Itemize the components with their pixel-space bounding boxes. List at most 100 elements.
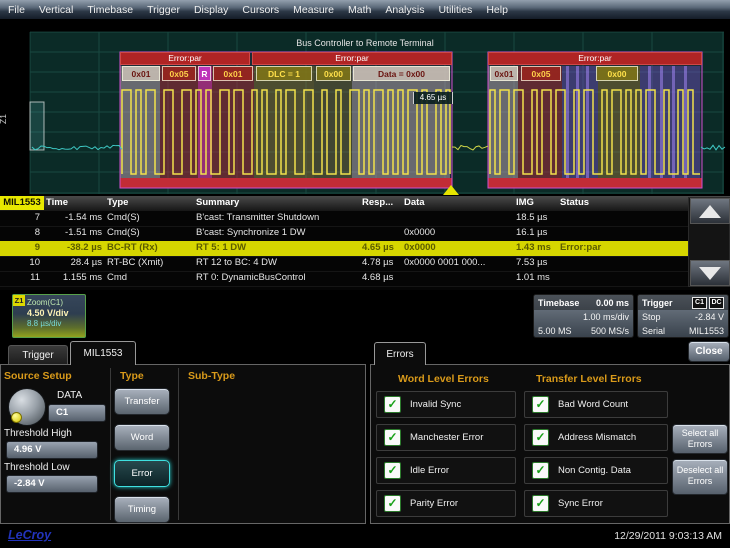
table-row-selected[interactable]: 9 -38.2 µs BC-RT (Rx) RT 5: 1 DW 4.65 µs… [0, 241, 688, 257]
zoom-vdiv: 4.50 V/div [27, 308, 85, 319]
tab-errors[interactable]: Errors [374, 342, 426, 365]
menu-measure[interactable]: Measure [293, 4, 334, 16]
timebase-scale: 1.00 ms/div [583, 312, 629, 322]
select-all-errors-button[interactable]: Select all Errors [672, 424, 728, 454]
checkbox-label: Non Contig. Data [558, 465, 631, 476]
type-timing-button[interactable]: Timing [114, 496, 170, 523]
decode-error-banner: Error:par [488, 52, 702, 65]
menu-vertical[interactable]: Vertical [39, 4, 73, 16]
trigger-protocol: MIL1553 [689, 326, 724, 336]
menu-math[interactable]: Math [348, 4, 371, 16]
scroll-up-button[interactable] [690, 198, 730, 224]
zoom-trace-descriptor[interactable]: Z1 Zoom(C1) 4.50 V/div 8.8 µs/div [12, 294, 86, 338]
checkbox-label: Idle Error [410, 465, 449, 476]
trigger-level: -2.84 V [695, 312, 724, 322]
knob-indicator-icon [11, 412, 22, 423]
col-header-status[interactable]: Status [560, 197, 589, 208]
menu-file[interactable]: File [8, 4, 25, 16]
cell-summary: RT 12 to BC: 4 DW [196, 257, 277, 268]
checkbox-checked-icon: ✓ [532, 396, 549, 413]
menu-utilities[interactable]: Utilities [438, 4, 472, 16]
source-channel-select[interactable]: C1 [48, 404, 106, 422]
trigger-label: Trigger [642, 298, 673, 308]
checkbox-label: Address Mismatch [558, 432, 636, 443]
decode-field: 0x01 [122, 66, 160, 81]
type-transfer-button[interactable]: Transfer [114, 388, 170, 415]
cell-type: Cmd [107, 272, 127, 283]
tab-mil1553[interactable]: MIL1553 [70, 341, 136, 365]
checkbox-address-mismatch[interactable]: ✓ Address Mismatch [524, 424, 668, 451]
menu-analysis[interactable]: Analysis [385, 4, 424, 16]
timebase-panel[interactable]: Timebase 0.00 ms 1.00 ms/div 5.00 MS 500… [533, 294, 634, 338]
source-setup-title: Source Setup [4, 370, 72, 382]
cell-type: Cmd(S) [107, 212, 140, 223]
menu-trigger[interactable]: Trigger [147, 4, 180, 16]
checkbox-bad-word-count[interactable]: ✓ Bad Word Count [524, 391, 668, 418]
decode-field: 0x01 [490, 66, 518, 81]
cell-resp: 4.65 µs [362, 242, 394, 253]
cell-data: 0x0000 [404, 227, 435, 238]
table-scrollbar[interactable] [688, 197, 730, 287]
checkbox-manchester-error[interactable]: ✓ Manchester Error [376, 424, 516, 451]
close-button[interactable]: Close [688, 341, 730, 362]
cell-time: -1.54 ms [46, 212, 102, 223]
table-row[interactable]: 10 28.4 µs RT-BC (Xmit) RT 12 to BC: 4 D… [0, 256, 688, 272]
threshold-high-field[interactable]: 4.96 V [6, 441, 98, 459]
checkbox-checked-icon: ✓ [532, 462, 549, 479]
timebase-samples: 5.00 MS [538, 326, 572, 336]
col-header-img[interactable]: IMG [516, 197, 534, 208]
cell-index: 8 [0, 227, 40, 238]
source-knob[interactable] [8, 388, 46, 426]
timebase-rate: 500 MS/s [591, 326, 629, 336]
col-header-summary[interactable]: Summary [196, 197, 239, 208]
checkbox-checked-icon: ✓ [384, 462, 401, 479]
decode-field: 0x05 [521, 66, 561, 81]
deselect-all-errors-button[interactable]: Deselect all Errors [672, 459, 728, 495]
transfer-errors-title: Transfer Level Errors [536, 373, 642, 385]
lecroy-logo: LeCroy [8, 528, 51, 542]
table-row[interactable]: 7 -1.54 ms Cmd(S) B'cast: Transmitter Sh… [0, 211, 688, 227]
scroll-down-button[interactable] [690, 260, 730, 286]
checkbox-parity-error[interactable]: ✓ Parity Error [376, 490, 516, 517]
menu-display[interactable]: Display [194, 4, 228, 16]
type-title: Type [120, 370, 144, 382]
checkbox-sync-error[interactable]: ✓ Sync Error [524, 490, 668, 517]
decode-title: Bus Controller to Remote Terminal [0, 38, 730, 48]
threshold-low-field[interactable]: -2.84 V [6, 475, 98, 493]
menu-timebase[interactable]: Timebase [87, 4, 133, 16]
waveform-area[interactable]: Bus Controller to Remote Terminal Error:… [0, 26, 730, 196]
trigger-panel[interactable]: Trigger C1DC Stop -2.84 V Serial MIL1553 [637, 294, 729, 338]
cell-img: 7.53 µs [516, 257, 547, 268]
col-header-type[interactable]: Type [107, 197, 128, 208]
type-error-button[interactable]: Error [114, 460, 170, 487]
table-row[interactable]: 11 1.155 ms Cmd RT 0: DynamicBusControl … [0, 271, 688, 287]
cell-type: Cmd(S) [107, 227, 140, 238]
cell-time: 28.4 µs [46, 257, 102, 268]
divider [178, 368, 179, 520]
col-header-time[interactable]: Time [46, 197, 102, 208]
cell-summary: RT 5: 1 DW [196, 242, 246, 253]
cell-img: 16.1 µs [516, 227, 547, 238]
trigger-coupling-badge: DC [709, 297, 724, 309]
zoom-source: Zoom(C1) [27, 298, 85, 308]
decode-field: R [198, 66, 211, 81]
tab-trigger[interactable]: Trigger [8, 345, 68, 365]
menu-cursors[interactable]: Cursors [242, 4, 279, 16]
decode-field: 0x00 [316, 66, 351, 81]
checkbox-invalid-sync[interactable]: ✓ Invalid Sync [376, 391, 516, 418]
menu-help[interactable]: Help [486, 4, 508, 16]
col-header-resp[interactable]: Resp... [362, 197, 393, 208]
col-header-data[interactable]: Data [404, 197, 425, 208]
checkbox-checked-icon: ✓ [532, 429, 549, 446]
decode-error-banner: Error:par [252, 52, 452, 65]
checkbox-non-contig-data[interactable]: ✓ Non Contig. Data [524, 457, 668, 484]
timebase-label: Timebase [538, 298, 579, 308]
table-row[interactable]: 8 -1.51 ms Cmd(S) B'cast: Synchronize 1 … [0, 226, 688, 242]
arrow-down-icon [699, 267, 721, 280]
cell-img: 1.43 ms [516, 242, 551, 253]
cell-index: 9 [0, 242, 40, 253]
type-word-button[interactable]: Word [114, 424, 170, 451]
cell-data: 0x0000 0001 000... [404, 257, 485, 268]
checkbox-idle-error[interactable]: ✓ Idle Error [376, 457, 516, 484]
timestamp: 12/29/2011 9:03:13 AM [614, 530, 722, 542]
